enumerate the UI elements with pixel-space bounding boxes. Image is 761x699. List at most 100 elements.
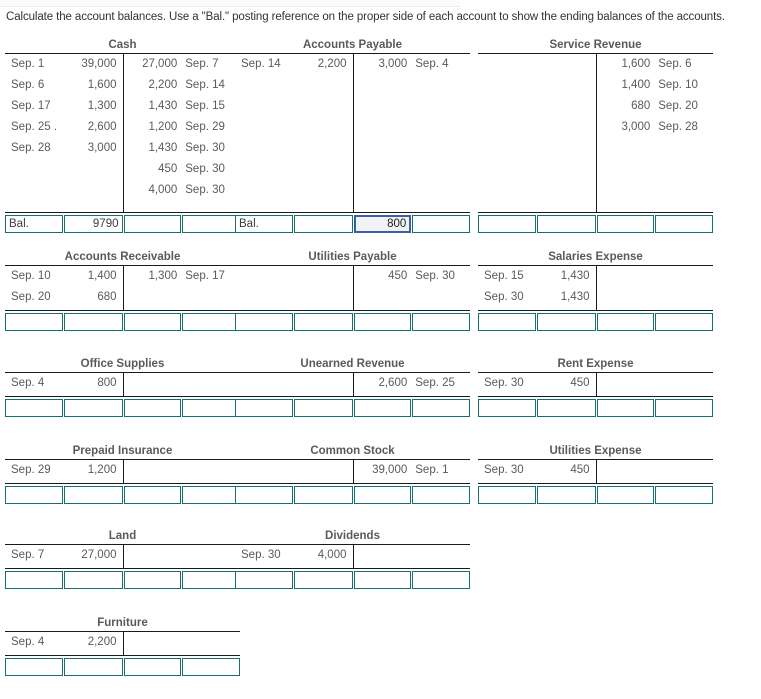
furniture-debit-ref-input[interactable] xyxy=(5,658,64,676)
common-stock-credit-amount-input[interactable] xyxy=(353,486,412,504)
salaries-expense-debit-ref-input[interactable] xyxy=(478,313,537,331)
debit-amount xyxy=(294,266,353,287)
unearned-revenue-credit-ref-input[interactable] xyxy=(412,399,470,417)
cash-credit-amount-input[interactable] xyxy=(123,215,182,233)
land-credit-ref-input[interactable] xyxy=(182,571,240,589)
posting-row: 680 Sep. 20 xyxy=(478,96,713,117)
land-debit-amount-input[interactable] xyxy=(64,571,123,589)
utilities-expense-debit-amount-input[interactable] xyxy=(537,486,596,504)
rent-expense-credit-amount-input[interactable] xyxy=(596,399,655,417)
furniture-credit-ref-input[interactable] xyxy=(182,658,240,676)
credit-input-group xyxy=(123,486,240,504)
service-revenue-debit-amount-input[interactable] xyxy=(537,215,596,233)
land-credit-amount-input[interactable] xyxy=(123,571,182,589)
dividends-debit-ref-input[interactable] xyxy=(235,571,294,589)
cash-debit-ref-input[interactable] xyxy=(5,215,64,233)
credit-input-group xyxy=(353,486,470,504)
credit-side: 4,000 Sep. 30 xyxy=(123,180,241,201)
rent-expense-debit-amount-input[interactable] xyxy=(537,399,596,417)
balance-input-row xyxy=(5,311,240,331)
credit-input-group xyxy=(596,313,713,331)
credit-posting-ref: Sep. 30 xyxy=(185,163,225,175)
credit-posting-ref: Sep. 25 xyxy=(415,377,455,389)
utilities-payable-credit-ref-input[interactable] xyxy=(412,313,470,331)
unearned-revenue-debit-ref-input[interactable] xyxy=(235,399,294,417)
cash-credit-ref-input[interactable] xyxy=(182,215,240,233)
accounts-payable-debit-ref-input[interactable] xyxy=(235,215,294,233)
accounts-payable-debit-amount-input[interactable] xyxy=(294,215,353,233)
credit-posting-ref xyxy=(654,373,713,394)
debit-side: Sep. 14 2,200 xyxy=(235,54,353,75)
salaries-expense-debit-amount-input[interactable] xyxy=(537,313,596,331)
t-account-body: Sep. 10 1,400 1,300 Sep. 17 Sep. 20 680 xyxy=(5,266,240,310)
dividends-credit-amount-input[interactable] xyxy=(353,571,412,589)
posting-row: 3,000 Sep. 28 xyxy=(478,117,713,138)
accounts-receivable-credit-ref-input[interactable] xyxy=(182,313,240,331)
debit-amount: 450 xyxy=(570,377,590,389)
dividends-credit-ref-input[interactable] xyxy=(412,571,470,589)
t-account-body: Sep. 15 1,430 Sep. 30 1,430 xyxy=(478,266,713,310)
service-revenue-credit-amount-input[interactable] xyxy=(596,215,655,233)
t-account-unearned-revenue: Unearned Revenue 2,600 Sep. 25 xyxy=(235,357,470,417)
debit-side: Sep. 28 3,000 xyxy=(5,138,123,159)
accounts-payable-credit-amount-input[interactable] xyxy=(353,215,412,233)
prepaid-insurance-credit-ref-input[interactable] xyxy=(182,486,240,504)
common-stock-debit-ref-input[interactable] xyxy=(235,486,294,504)
balance-input-row xyxy=(478,484,713,504)
office-supplies-credit-ref-input[interactable] xyxy=(182,399,240,417)
utilities-payable-debit-ref-input[interactable] xyxy=(235,313,294,331)
prepaid-insurance-debit-amount-input[interactable] xyxy=(64,486,123,504)
office-supplies-debit-ref-input[interactable] xyxy=(5,399,64,417)
debit-input-group xyxy=(235,486,353,504)
rent-expense-credit-ref-input[interactable] xyxy=(655,399,713,417)
credit-posting-ref: Sep. 10 xyxy=(658,79,698,91)
prepaid-insurance-credit-amount-input[interactable] xyxy=(123,486,182,504)
utilities-expense-credit-amount-input[interactable] xyxy=(596,486,655,504)
debit-input-group xyxy=(235,215,353,233)
credit-posting-ref xyxy=(654,460,713,481)
accounts-receivable-debit-amount-input[interactable] xyxy=(64,313,123,331)
cash-debit-amount-input[interactable] xyxy=(64,215,123,233)
utilities-payable-credit-amount-input[interactable] xyxy=(353,313,412,331)
balance-input-row xyxy=(478,397,713,417)
t-account-body: 39,000 Sep. 1 xyxy=(235,460,470,483)
t-account-body: Sep. 30 450 xyxy=(478,373,713,396)
credit-posting-ref: Sep. 15 xyxy=(185,100,225,112)
dividends-debit-amount-input[interactable] xyxy=(294,571,353,589)
service-revenue-credit-ref-input[interactable] xyxy=(655,215,713,233)
t-account-prepaid-insurance: Prepaid Insurance Sep. 29 1,200 xyxy=(5,444,240,504)
rent-expense-debit-ref-input[interactable] xyxy=(478,399,537,417)
posting-row: Sep. 28 3,000 1,430 Sep. 30 xyxy=(5,138,240,159)
balance-input-row xyxy=(235,484,470,504)
posting-row: Sep. 30 4,000 xyxy=(235,545,470,566)
utilities-expense-credit-ref-input[interactable] xyxy=(655,486,713,504)
salaries-expense-credit-ref-input[interactable] xyxy=(655,313,713,331)
common-stock-debit-amount-input[interactable] xyxy=(294,486,353,504)
accounts-receivable-credit-amount-input[interactable] xyxy=(123,313,182,331)
t-account-postings: Sep. 30 450 xyxy=(478,460,713,481)
office-supplies-debit-amount-input[interactable] xyxy=(64,399,123,417)
credit-input-group xyxy=(123,571,240,589)
service-revenue-debit-ref-input[interactable] xyxy=(478,215,537,233)
debit-posting-ref: Sep. 30 xyxy=(484,464,524,476)
accounts-receivable-debit-ref-input[interactable] xyxy=(5,313,64,331)
prepaid-insurance-debit-ref-input[interactable] xyxy=(5,486,64,504)
furniture-debit-amount-input[interactable] xyxy=(64,658,123,676)
debit-amount: 1,200 xyxy=(87,464,117,476)
salaries-expense-credit-amount-input[interactable] xyxy=(596,313,655,331)
credit-input-group xyxy=(353,399,470,417)
utilities-payable-debit-amount-input[interactable] xyxy=(294,313,353,331)
posting-row: 1,600 Sep. 6 xyxy=(478,54,713,75)
office-supplies-credit-amount-input[interactable] xyxy=(123,399,182,417)
debit-side: Sep. 1 39,000 xyxy=(5,54,123,75)
credit-side: 2,200 Sep. 14 xyxy=(123,75,241,96)
unearned-revenue-debit-amount-input[interactable] xyxy=(294,399,353,417)
furniture-credit-amount-input[interactable] xyxy=(123,658,182,676)
debit-posting-ref xyxy=(5,180,64,201)
t-account-accounts-payable: Accounts Payable Sep. 14 2,200 3,000 Sep. 4 xyxy=(235,38,470,233)
land-debit-ref-input[interactable] xyxy=(5,571,64,589)
common-stock-credit-ref-input[interactable] xyxy=(412,486,470,504)
utilities-expense-debit-ref-input[interactable] xyxy=(478,486,537,504)
unearned-revenue-credit-amount-input[interactable] xyxy=(353,399,412,417)
accounts-payable-credit-ref-input[interactable] xyxy=(412,215,470,233)
